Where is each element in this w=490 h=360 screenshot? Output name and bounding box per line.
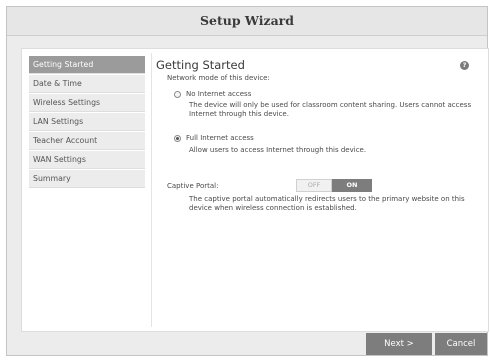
network-mode-label: Network mode of this device:: [167, 74, 270, 82]
captive-portal-description: The captive portal automatically redirec…: [189, 195, 465, 212]
sidebar-item-getting-started[interactable]: Getting Started: [29, 56, 145, 74]
full-internet-radio[interactable]: [174, 135, 181, 142]
sidebar-item-date-time[interactable]: Date & Time: [29, 75, 145, 93]
no-internet-description: The device will only be used for classro…: [189, 101, 472, 118]
sidebar-item-teacher-account[interactable]: Teacher Account: [29, 132, 145, 150]
no-internet-label: No Internet access: [186, 90, 252, 98]
full-internet-description: Allow users to access Internet through t…: [189, 146, 367, 154]
sidebar-item-summary[interactable]: Summary: [29, 170, 145, 188]
vertical-divider: [151, 53, 152, 327]
wizard-panel: Getting Started Date & Time Wireless Set…: [21, 48, 489, 332]
content-area: Getting Started Network mode of this dev…: [156, 58, 482, 212]
help-icon[interactable]: ?: [460, 61, 469, 70]
captive-portal-off[interactable]: OFF: [296, 179, 332, 192]
option-no-internet[interactable]: No Internet access: [174, 90, 251, 100]
next-button[interactable]: Next >: [366, 333, 432, 355]
page-title: Getting Started: [156, 58, 245, 72]
window-title: Setup Wizard: [7, 7, 487, 36]
captive-portal-label: Captive Portal:: [167, 182, 219, 190]
captive-portal-on[interactable]: ON: [332, 179, 372, 192]
setup-wizard-window: Setup Wizard Getting Started Date & Time…: [6, 6, 489, 356]
captive-portal-toggle[interactable]: OFF ON: [296, 179, 372, 192]
sidebar-item-lan-settings[interactable]: LAN Settings: [29, 113, 145, 131]
sidebar: Getting Started Date & Time Wireless Set…: [29, 56, 145, 189]
sidebar-item-wan-settings[interactable]: WAN Settings: [29, 151, 145, 169]
full-internet-label: Full Internet access: [186, 134, 254, 142]
no-internet-radio[interactable]: [174, 91, 181, 98]
sidebar-item-wireless-settings[interactable]: Wireless Settings: [29, 94, 145, 112]
cancel-button[interactable]: Cancel: [435, 333, 487, 355]
option-full-internet[interactable]: Full Internet access: [174, 134, 254, 144]
